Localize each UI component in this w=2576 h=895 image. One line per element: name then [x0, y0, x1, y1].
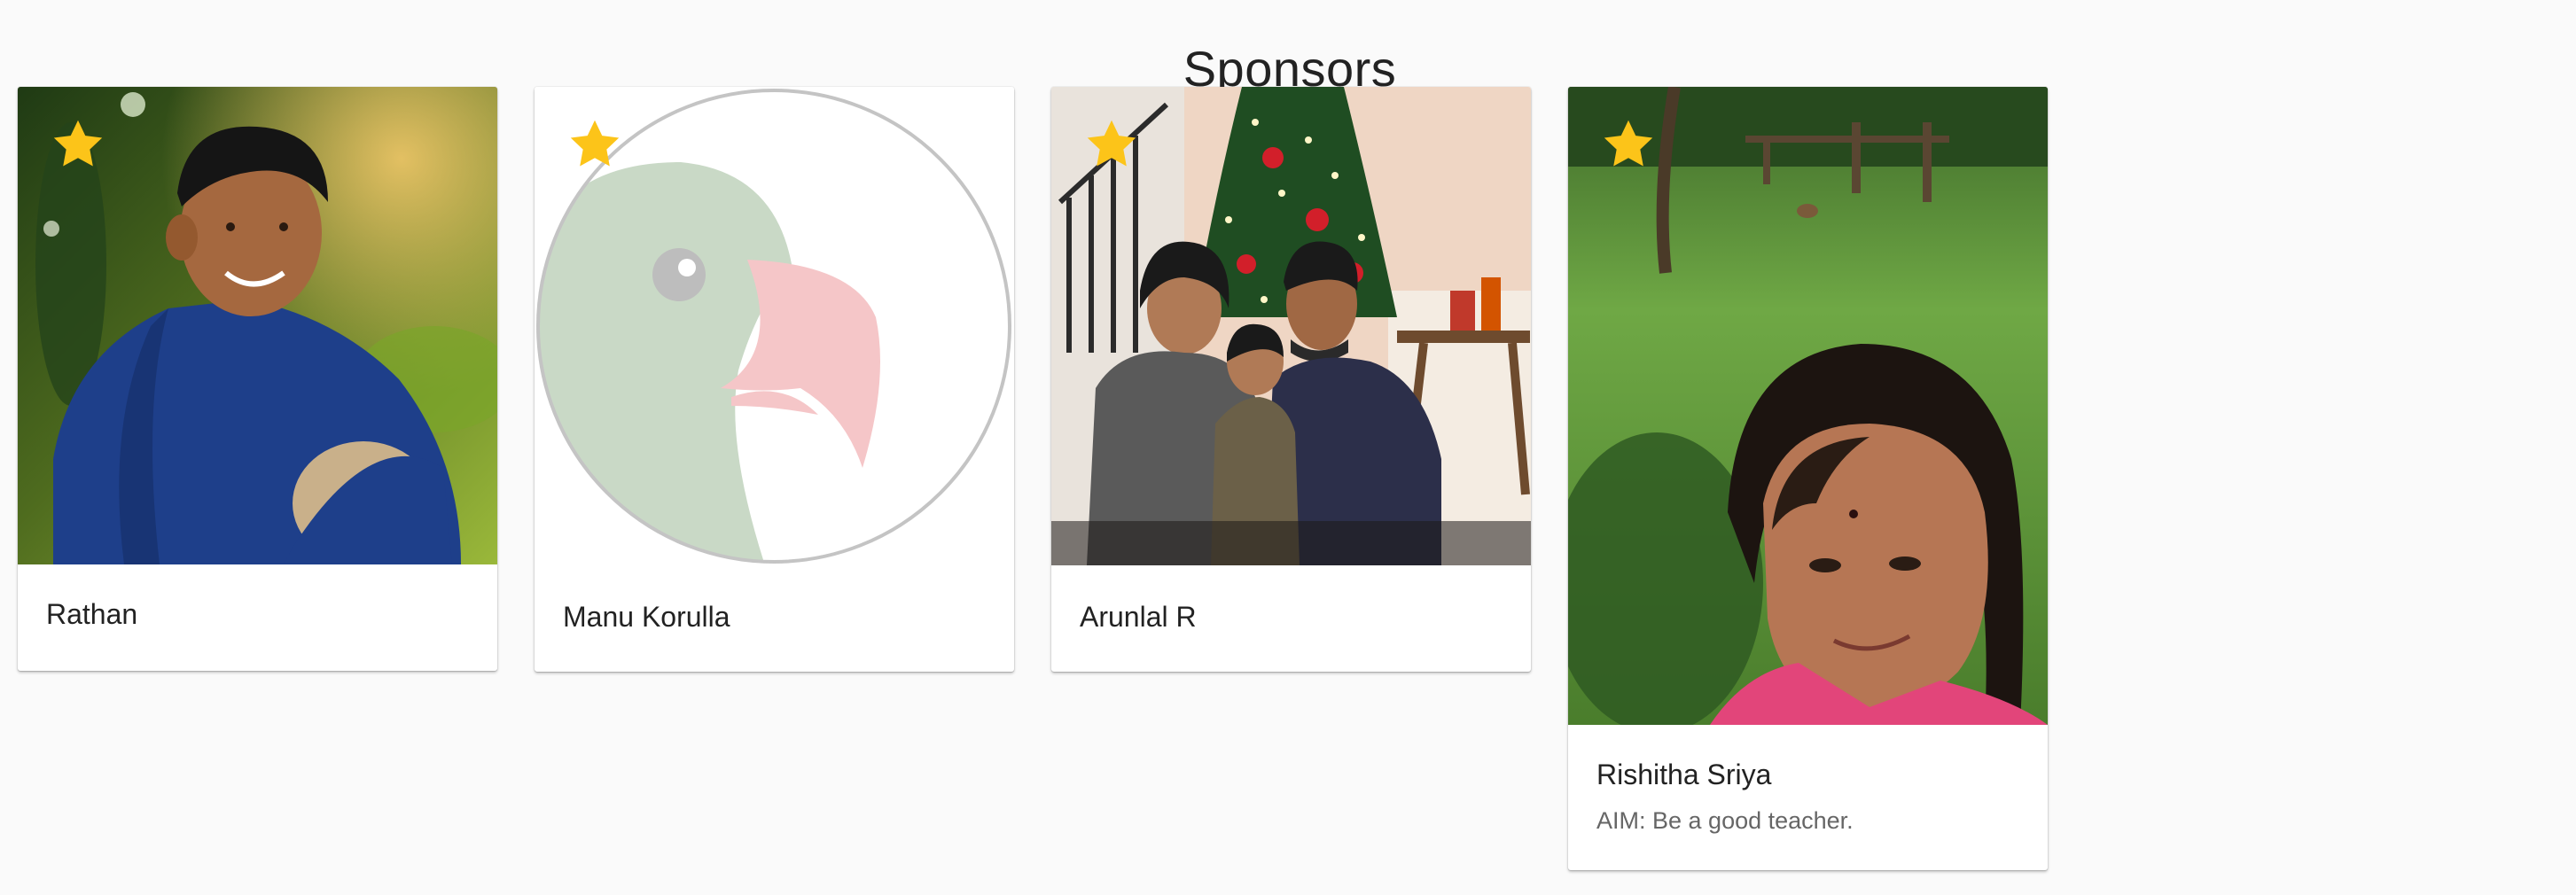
- star-icon: [53, 120, 103, 167]
- sponsor-card[interactable]: Rathan: [18, 87, 497, 671]
- sponsor-aim: AIM: Be a good teacher.: [1596, 807, 1854, 834]
- sponsor-photo: [1568, 87, 2048, 725]
- sponsor-card[interactable]: Arunlal R: [1051, 87, 1531, 672]
- sponsor-card[interactable]: Manu Korulla: [535, 87, 1014, 672]
- sponsor-photo: [535, 87, 1014, 565]
- star-icon: [1604, 120, 1653, 167]
- sponsor-photo: [1051, 87, 1531, 565]
- star-icon: [570, 120, 620, 167]
- sponsor-card-grid: Rathan Manu Korulla Arunlal R Rishitha S…: [18, 87, 2057, 884]
- sponsor-name: Manu Korulla: [563, 601, 730, 633]
- sponsor-photo: [18, 87, 497, 564]
- sponsor-name: Arunlal R: [1080, 601, 1197, 633]
- sponsor-name: Rathan: [46, 598, 138, 630]
- star-icon: [1087, 120, 1136, 167]
- sponsor-card[interactable]: Rishitha Sriya AIM: Be a good teacher.: [1568, 87, 2048, 870]
- sponsor-name: Rishitha Sriya: [1596, 759, 1772, 790]
- girl-selfie-photo: [1568, 87, 2048, 725]
